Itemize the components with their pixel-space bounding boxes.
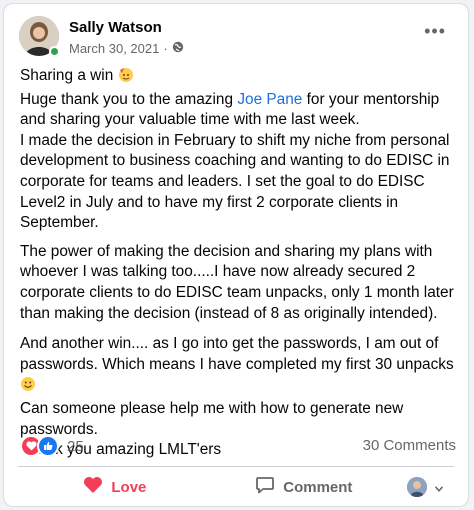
online-status-indicator [49, 46, 60, 57]
comments-count-link[interactable]: 30 Comments [363, 437, 456, 454]
post-card: Sally Watson March 30, 2021 · ••• Sharin… [3, 3, 469, 507]
viewer-avatar [406, 477, 427, 497]
smiley-emoji-icon [20, 376, 36, 399]
reaction-count: 25 [67, 437, 84, 455]
author-name[interactable]: Sally Watson [69, 19, 162, 36]
meta-separator: · [163, 41, 168, 56]
chevron-down-icon [434, 479, 444, 496]
thumbs-up-reaction-icon [37, 435, 59, 457]
post-header: Sally Watson March 30, 2021 · ••• [19, 16, 456, 60]
post-body: Sharing a win Huge thank you to the amaz… [20, 66, 460, 471]
actions-divider [18, 466, 454, 467]
more-options-icon[interactable]: ••• [424, 22, 446, 40]
love-label: Love [111, 478, 147, 496]
comment-icon [255, 475, 275, 499]
post-meta: March 30, 2021 · [69, 41, 184, 56]
reactions-summary[interactable]: 25 [20, 435, 84, 457]
post-date[interactable]: March 30, 2021 [69, 41, 159, 56]
comment-button[interactable]: Comment [212, 470, 396, 504]
comment-label: Comment [283, 478, 353, 496]
partying-face-emoji-icon [118, 67, 134, 90]
post-actions-bar: Love Comment [18, 470, 454, 504]
globe-icon [172, 41, 184, 56]
paragraph-1: Sharing a win Huge thank you to the amaz… [20, 66, 460, 234]
text-decision: I made the decision in February to shift… [20, 131, 450, 232]
paragraph-2: The power of making the decision and sha… [20, 242, 454, 322]
post-as-selector[interactable] [396, 470, 454, 504]
text-sharing-a-win: Sharing a win [20, 67, 118, 84]
mention-link[interactable]: Joe Pane [237, 91, 302, 108]
heart-icon [83, 476, 103, 498]
text-thanks-pre: Huge thank you to the amazing [20, 90, 238, 108]
text-help-request: Can someone please help me with how to g… [20, 399, 404, 438]
text-another-win: And another win.... as I go into get the… [20, 335, 454, 373]
love-button[interactable]: Love [18, 470, 212, 504]
